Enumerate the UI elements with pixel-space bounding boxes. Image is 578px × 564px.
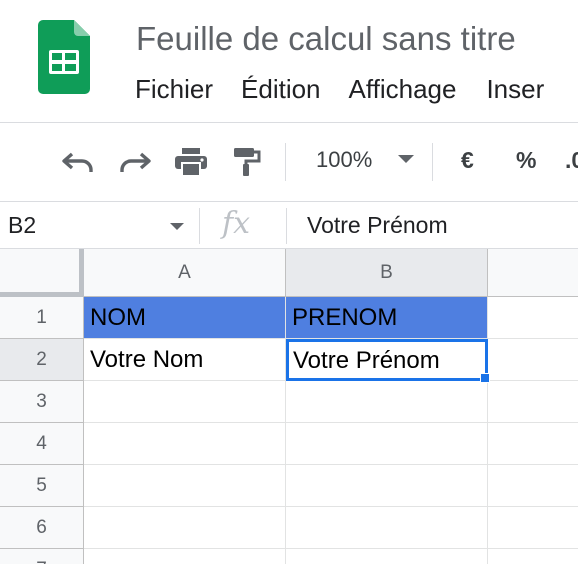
menu-bar: Fichier Édition Affichage Inser [135, 74, 574, 105]
formula-bar-separator [199, 208, 200, 244]
spreadsheet-grid: A B 1 2 3 4 5 6 7 NOM PRENOM Votre Nom V… [0, 249, 578, 564]
cell-c6[interactable] [488, 507, 578, 549]
cell-b2-active[interactable]: Votre Prénom [286, 339, 488, 381]
menu-affichage[interactable]: Affichage [349, 74, 457, 105]
formula-bar-separator [286, 208, 287, 244]
cell-b6[interactable] [286, 507, 488, 549]
cell-b7[interactable] [286, 549, 488, 564]
cell-a4[interactable] [84, 423, 286, 465]
toolbar-separator [432, 143, 433, 181]
redo-icon[interactable] [117, 147, 153, 177]
zoom-select[interactable]: 100% [316, 147, 372, 173]
undo-icon[interactable] [60, 147, 96, 177]
formula-bar: B2 fx Votre Prénom [0, 201, 578, 249]
cell-a1[interactable]: NOM [84, 297, 286, 339]
column-header-a[interactable]: A [84, 249, 286, 297]
column-header-c[interactable] [488, 249, 578, 297]
toolbar-separator [285, 143, 286, 181]
chevron-down-icon[interactable] [170, 223, 184, 230]
row-header-7[interactable]: 7 [0, 549, 84, 564]
cell-b3[interactable] [286, 381, 488, 423]
cell-b5[interactable] [286, 465, 488, 507]
currency-format-button[interactable]: € [461, 147, 474, 174]
cell-c5[interactable] [488, 465, 578, 507]
google-sheets-logo-icon[interactable] [38, 20, 90, 94]
cell-b1[interactable]: PRENOM [286, 297, 488, 339]
row-header-4[interactable]: 4 [0, 423, 84, 465]
menu-insertion[interactable]: Inser [486, 74, 544, 105]
row-header-2[interactable]: 2 [0, 339, 84, 381]
cell-a3[interactable] [84, 381, 286, 423]
menu-edition[interactable]: Édition [241, 74, 321, 105]
fx-icon: fx [222, 206, 251, 241]
title-bar: Feuille de calcul sans titre Fichier Édi… [0, 0, 578, 122]
column-header-b[interactable]: B [286, 249, 488, 297]
cell-a6[interactable] [84, 507, 286, 549]
cell-c1[interactable] [488, 297, 578, 339]
cell-c4[interactable] [488, 423, 578, 465]
cell-a2[interactable]: Votre Nom [84, 339, 286, 381]
cell-a7[interactable] [84, 549, 286, 564]
row-header-6[interactable]: 6 [0, 507, 84, 549]
chevron-down-icon[interactable] [398, 155, 414, 163]
row-header-1[interactable]: 1 [0, 297, 84, 339]
menu-fichier[interactable]: Fichier [135, 74, 213, 105]
percent-format-button[interactable]: % [516, 147, 536, 174]
name-box[interactable]: B2 [8, 212, 36, 239]
paint-format-icon[interactable] [229, 147, 265, 177]
cell-c2[interactable] [488, 339, 578, 381]
cell-b4[interactable] [286, 423, 488, 465]
cell-c3[interactable] [488, 381, 578, 423]
row-header-5[interactable]: 5 [0, 465, 84, 507]
toolbar: 100% € % .0 [0, 123, 578, 201]
cell-c7[interactable] [488, 549, 578, 564]
fill-handle[interactable] [480, 373, 490, 383]
select-all-corner[interactable] [0, 249, 84, 297]
print-icon[interactable] [173, 147, 209, 177]
formula-input[interactable]: Votre Prénom [307, 212, 448, 239]
row-header-3[interactable]: 3 [0, 381, 84, 423]
document-title[interactable]: Feuille de calcul sans titre [136, 20, 516, 58]
cell-a5[interactable] [84, 465, 286, 507]
decrease-decimal-button[interactable]: .0 [565, 147, 578, 174]
